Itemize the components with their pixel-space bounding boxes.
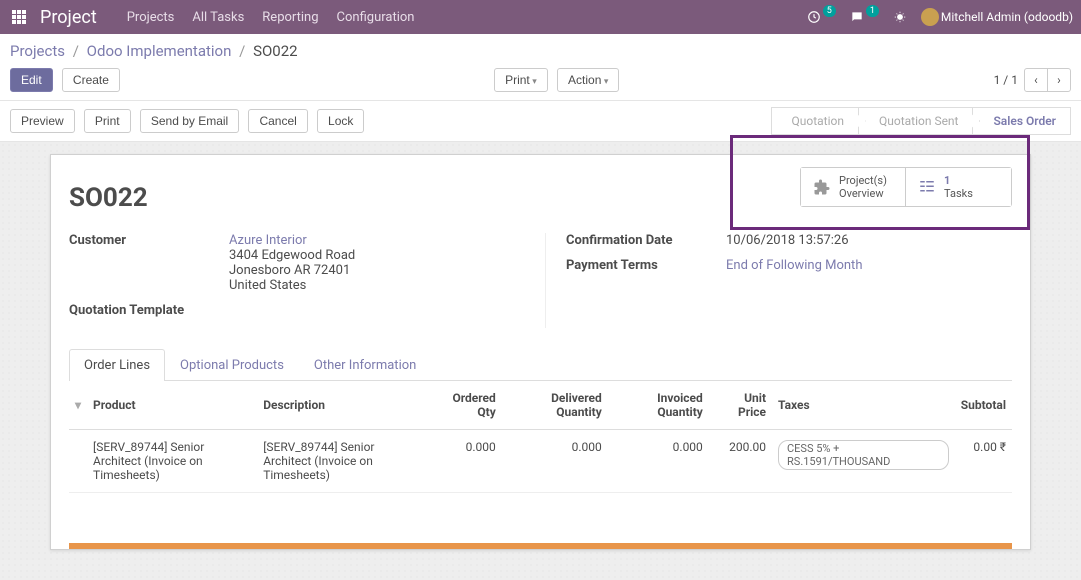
send-by-email-button[interactable]: Send by Email bbox=[140, 109, 239, 133]
order-lines-table: ▾ Product Description Ordered Qty Delive… bbox=[69, 381, 1012, 493]
create-button[interactable]: Create bbox=[62, 68, 120, 92]
cell-invoiced: 0.000 bbox=[608, 430, 709, 493]
action-bar: Preview Print Send by Email Cancel Lock … bbox=[0, 101, 1081, 142]
customer-link[interactable]: Azure Interior bbox=[229, 233, 307, 248]
stat-buttons: Project(s) Overview 1 Tasks bbox=[800, 167, 1012, 207]
confirmation-date-label: Confirmation Date bbox=[566, 233, 726, 248]
payment-terms-value[interactable]: End of Following Month bbox=[726, 258, 862, 273]
user-label: Mitchell Admin (odoodb) bbox=[941, 10, 1073, 24]
stat-overview-line1: Project(s) bbox=[839, 174, 887, 187]
avatar bbox=[921, 8, 939, 26]
th-unit-price: Unit Price bbox=[709, 381, 772, 430]
activity-count: 5 bbox=[823, 5, 836, 17]
pager: 1 / 1 ‹ › bbox=[994, 68, 1071, 92]
payment-terms-label: Payment Terms bbox=[566, 258, 726, 273]
top-navbar: Project Projects All Tasks Reporting Con… bbox=[0, 0, 1081, 34]
stat-overview-line2: Overview bbox=[839, 187, 884, 200]
menu-all-tasks[interactable]: All Tasks bbox=[192, 10, 244, 25]
messages-icon[interactable]: 1 bbox=[850, 10, 879, 24]
quotation-template-value bbox=[229, 303, 515, 318]
th-subtotal: Subtotal bbox=[955, 381, 1012, 430]
cell-price: 200.00 bbox=[709, 430, 772, 493]
customer-label: Customer bbox=[69, 233, 229, 293]
bottom-accent-bar bbox=[69, 543, 1012, 549]
status-sales-order[interactable]: Sales Order bbox=[973, 107, 1071, 135]
breadcrumb: Projects / Odoo Implementation / SO022 bbox=[10, 42, 1071, 60]
address-country: United States bbox=[229, 278, 306, 293]
pager-next[interactable]: › bbox=[1047, 68, 1071, 92]
cancel-button[interactable]: Cancel bbox=[248, 109, 307, 133]
breadcrumb-projects[interactable]: Projects bbox=[10, 42, 65, 60]
th-product: Product bbox=[87, 381, 257, 430]
form-background: Project(s) Overview 1 Tasks SO022 Custom… bbox=[0, 142, 1081, 580]
address-line1: 3404 Edgewood Road bbox=[229, 248, 355, 263]
cell-product: [SERV_89744] Senior Architect (Invoice o… bbox=[87, 430, 257, 493]
pager-value: 1 / 1 bbox=[994, 73, 1018, 87]
statusbar: Quotation Quotation Sent Sales Order bbox=[771, 107, 1072, 135]
tasks-icon bbox=[918, 178, 936, 196]
confirmation-date-value: 10/06/2018 13:57:26 bbox=[726, 233, 1012, 248]
address-line2: Jonesboro AR 72401 bbox=[229, 263, 350, 278]
tabs: Order Lines Optional Products Other Info… bbox=[69, 348, 1012, 381]
stat-tasks[interactable]: 1 Tasks bbox=[906, 168, 1011, 206]
puzzle-icon bbox=[813, 178, 831, 196]
cell-description: [SERV_89744] Senior Architect (Invoice o… bbox=[257, 430, 427, 493]
print-button[interactable]: Print bbox=[84, 109, 131, 133]
th-taxes: Taxes bbox=[772, 381, 955, 430]
quotation-template-label: Quotation Template bbox=[69, 303, 229, 318]
messages-count: 1 bbox=[866, 5, 879, 17]
th-invoiced: Invoiced Quantity bbox=[608, 381, 709, 430]
brand-title: Project bbox=[40, 7, 97, 28]
action-dropdown[interactable]: Action bbox=[557, 68, 619, 92]
breadcrumb-odoo-impl[interactable]: Odoo Implementation bbox=[87, 42, 232, 60]
debug-icon[interactable] bbox=[893, 10, 907, 24]
stat-tasks-count: 1 bbox=[944, 174, 973, 187]
menu-configuration[interactable]: Configuration bbox=[337, 10, 415, 25]
user-menu[interactable]: Mitchell Admin (odoodb) bbox=[921, 8, 1073, 26]
tab-order-lines[interactable]: Order Lines bbox=[69, 349, 165, 381]
cell-taxes: CESS 5% + RS.1591/THOUSAND bbox=[772, 430, 955, 493]
stat-tasks-label: Tasks bbox=[944, 187, 973, 200]
menu-projects[interactable]: Projects bbox=[127, 10, 175, 25]
breadcrumb-current: SO022 bbox=[253, 42, 298, 60]
tax-tag: CESS 5% + RS.1591/THOUSAND bbox=[778, 440, 949, 470]
lock-button[interactable]: Lock bbox=[317, 109, 364, 133]
edit-button[interactable]: Edit bbox=[10, 68, 53, 92]
cell-subtotal: 0.00 ₹ bbox=[955, 430, 1012, 493]
pager-prev[interactable]: ‹ bbox=[1024, 68, 1048, 92]
main-menu: Projects All Tasks Reporting Configurati… bbox=[127, 10, 415, 25]
tab-other-information[interactable]: Other Information bbox=[299, 349, 431, 381]
cell-ordered: 0.000 bbox=[427, 430, 501, 493]
sort-handle-header: ▾ bbox=[75, 398, 81, 412]
status-quotation[interactable]: Quotation bbox=[771, 107, 859, 135]
form-sheet: Project(s) Overview 1 Tasks SO022 Custom… bbox=[50, 154, 1031, 550]
th-ordered: Ordered Qty bbox=[427, 381, 501, 430]
menu-reporting[interactable]: Reporting bbox=[262, 10, 318, 25]
systray: 5 1 Mitchell Admin (odoodb) bbox=[807, 8, 1073, 26]
table-row[interactable]: [SERV_89744] Senior Architect (Invoice o… bbox=[69, 430, 1012, 493]
status-quotation-sent[interactable]: Quotation Sent bbox=[859, 107, 974, 135]
stat-projects-overview[interactable]: Project(s) Overview bbox=[801, 168, 906, 206]
cell-delivered: 0.000 bbox=[502, 430, 608, 493]
activity-icon[interactable]: 5 bbox=[807, 10, 836, 24]
tab-optional-products[interactable]: Optional Products bbox=[165, 349, 299, 381]
preview-button[interactable]: Preview bbox=[10, 109, 75, 133]
print-dropdown[interactable]: Print bbox=[494, 68, 548, 92]
th-delivered: Delivered Quantity bbox=[502, 381, 608, 430]
control-panel: Projects / Odoo Implementation / SO022 E… bbox=[0, 34, 1081, 101]
th-description: Description bbox=[257, 381, 427, 430]
apps-icon[interactable] bbox=[8, 6, 30, 28]
